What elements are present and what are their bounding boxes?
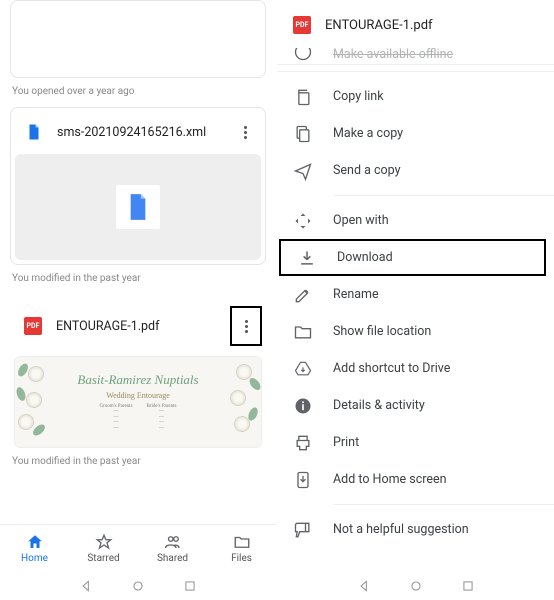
rename-icon (293, 285, 313, 305)
add-home-icon (293, 470, 313, 490)
nav-starred-label: Starred (87, 553, 119, 564)
thumb-down-icon (293, 520, 313, 540)
menu-label: Add to Home screen (333, 472, 447, 487)
nav-home-label: Home (21, 553, 48, 564)
pdf-icon: PDF (293, 16, 311, 34)
file-thumbnail (15, 154, 261, 260)
pdf-icon: PDF (24, 317, 42, 335)
info-icon (293, 396, 313, 416)
back-button[interactable] (79, 579, 93, 593)
send-copy-icon (293, 161, 313, 181)
file-meta: You modified in the past year (0, 448, 276, 467)
menu-item-offline-cutoff[interactable]: Make available offline (277, 48, 554, 62)
home-button[interactable] (409, 579, 423, 593)
menu-label: Details & activity (333, 398, 425, 413)
print-icon (293, 433, 313, 453)
drive-shortcut-icon (293, 359, 313, 379)
download-icon (297, 248, 317, 268)
recents-button[interactable] (183, 579, 197, 593)
menu-label: Copy link (333, 89, 384, 104)
previous-file-meta: You opened over a year ago (0, 78, 276, 97)
nav-files-label: Files (231, 553, 252, 564)
nav-shared-label: Shared (157, 553, 188, 564)
menu-label: Make a copy (333, 126, 403, 141)
menu-item-show-location[interactable]: Show file location (277, 313, 554, 350)
menu-label: Download (337, 250, 393, 265)
menu-label: Not a helpful suggestion (333, 522, 469, 537)
sheet-header: PDF ENTOURAGE-1.pdf (277, 0, 554, 48)
sheet-file-title: ENTOURAGE-1.pdf (325, 18, 433, 33)
file-actions-sheet: PDF ENTOURAGE-1.pdf Make available offli… (277, 0, 554, 600)
menu-item-not-helpful[interactable]: Not a helpful suggestion (277, 511, 554, 548)
nav-starred[interactable]: Starred (69, 533, 138, 564)
system-nav (277, 572, 554, 600)
menu-item-download[interactable]: Download (279, 239, 546, 276)
menu-item-add-shortcut[interactable]: Add shortcut to Drive (277, 350, 554, 387)
system-nav (0, 572, 276, 600)
menu-item-open-with[interactable]: Open with (277, 202, 554, 239)
bottom-nav: Home Starred Shared Files (0, 524, 276, 572)
make-copy-icon (293, 124, 313, 144)
menu-label: Send a copy (333, 163, 401, 178)
previous-file-card[interactable] (10, 0, 266, 78)
file-icon (25, 123, 43, 141)
more-button-highlighted[interactable] (230, 306, 262, 346)
file-meta: You modified in the past year (0, 265, 276, 284)
nav-home[interactable]: Home (0, 533, 69, 564)
menu-label: Print (333, 435, 359, 450)
file-title: sms-20210924165216.xml (57, 125, 233, 140)
folder-icon (293, 322, 313, 342)
nav-files[interactable]: Files (207, 533, 276, 564)
copy-link-icon (293, 87, 313, 107)
offline-icon (293, 48, 313, 62)
menu-label: Open with (333, 213, 389, 228)
menu-item-copy-link[interactable]: Copy link (277, 78, 554, 115)
menu-label-offline: Make available offline (333, 48, 453, 62)
home-button[interactable] (131, 579, 145, 593)
menu-item-rename[interactable]: Rename (277, 276, 554, 313)
file-card-pdf[interactable]: PDF ENTOURAGE-1.pdf (10, 294, 266, 448)
file-card-xml[interactable]: sms-20210924165216.xml (10, 107, 266, 265)
open-with-icon (293, 211, 313, 231)
nav-shared[interactable]: Shared (138, 533, 207, 564)
menu-label: Show file location (333, 324, 431, 339)
menu-item-print[interactable]: Print (277, 424, 554, 461)
thumb-heading: Basit-Ramirez Nuptials (77, 372, 198, 387)
more-button[interactable] (233, 120, 257, 144)
file-title: ENTOURAGE-1.pdf (56, 319, 230, 334)
menu-item-send-copy[interactable]: Send a copy (277, 152, 554, 189)
thumb-sub: Wedding Entourage (106, 391, 170, 400)
recents-button[interactable] (461, 579, 475, 593)
file-list-screen: You opened over a year ago sms-202109241… (0, 0, 277, 600)
menu-item-details[interactable]: Details & activity (277, 387, 554, 424)
file-thumbnail-wedding: Basit-Ramirez Nuptials Wedding Entourage… (14, 356, 262, 448)
menu-item-add-home[interactable]: Add to Home screen (277, 461, 554, 498)
menu-item-make-copy[interactable]: Make a copy (277, 115, 554, 152)
menu-label: Rename (333, 287, 379, 302)
menu-label: Add shortcut to Drive (333, 361, 450, 376)
back-button[interactable] (357, 579, 371, 593)
